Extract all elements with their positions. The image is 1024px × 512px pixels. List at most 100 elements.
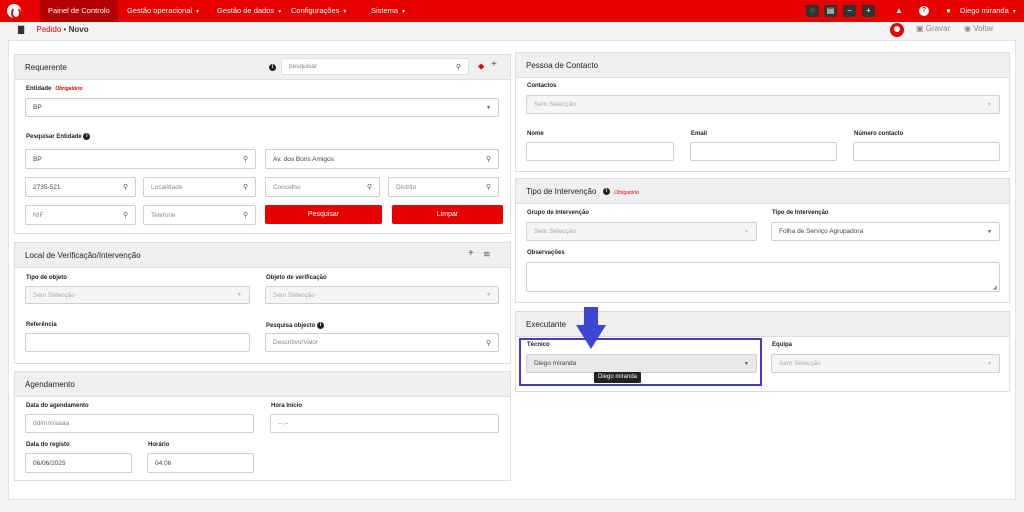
select-value: Sem Selecção [534, 228, 576, 235]
morada-input[interactable]: Av. dos Bons Amigos ⚲ [265, 149, 499, 169]
agendamento-panel: Agendamento Data do agendamento dd/mm/aa… [14, 371, 511, 481]
back-label: Voltar [973, 24, 994, 33]
panel-title: Local de Verificação/Intervenção [25, 251, 141, 260]
breadcrumb-separator: • [63, 25, 67, 34]
nav-gestao-de-dados[interactable]: Gestão de dados ▼ [217, 0, 282, 22]
panel-title: Executante [526, 320, 567, 329]
vodafone-logo-icon[interactable] [7, 4, 21, 19]
save-icon: ▣ [916, 24, 924, 33]
search-icon[interactable]: ⚲ [456, 63, 461, 71]
pesquisar-entidade-label: Pesquisar Entidade i [26, 133, 91, 141]
nav-label: Painel de Controlo [48, 6, 110, 15]
panel-header: Pessoa de Contacto [516, 53, 1009, 78]
info-icon: i [317, 322, 325, 329]
nome-input[interactable] [526, 142, 674, 161]
user-menu[interactable]: Diego miranda ▼ [960, 0, 1017, 22]
panel-title: Tipo de Intervenção i Obrigatório [526, 187, 639, 196]
panel-title: Requerente [25, 63, 67, 72]
search-icon[interactable]: ⚲ [243, 155, 248, 163]
search-icon[interactable]: ⚲ [367, 183, 372, 191]
telefone-input[interactable]: Telefone ⚲ [143, 205, 256, 225]
id-card-icon[interactable]: ▤ [824, 5, 837, 17]
caret-down-icon: ▼ [987, 101, 992, 108]
search-icon[interactable]: ⚲ [486, 183, 491, 191]
search-icon[interactable]: ⚲ [243, 183, 248, 191]
label-text: Pesquisar Entidade [26, 134, 82, 141]
observacoes-label: Observações [527, 250, 565, 256]
add-icon[interactable]: + [468, 248, 474, 259]
help-icon[interactable]: ? [919, 6, 929, 16]
caret-down-icon: ▼ [486, 104, 491, 111]
user-name: Diego miranda [960, 6, 1009, 15]
chat-icon[interactable]: ◌ [806, 5, 819, 17]
search-icon[interactable]: ⚲ [123, 183, 128, 191]
pessoa-contacto-panel: Pessoa de Contacto Contactos Sem Selecçã… [515, 52, 1010, 172]
select-value: BP [33, 104, 42, 111]
search-icon[interactable]: ⚲ [486, 155, 491, 163]
nav-sistema[interactable]: Sistema ▼ [371, 0, 406, 22]
data-agendamento-input[interactable]: dd/mm/aaaa [25, 414, 254, 433]
pesquisar-button[interactable]: Pesquisar [265, 205, 382, 224]
bell-icon[interactable]: ▲ [895, 6, 903, 15]
entidade-select[interactable]: BP ▼ [25, 98, 499, 117]
input-placeholder: Distrito [396, 183, 417, 191]
equipa-select[interactable]: Sem Selecção ▼ [771, 354, 1000, 373]
pesquisa-objecto-input[interactable]: Descritivo/Valor ⚲ [265, 333, 499, 352]
resize-handle-icon[interactable]: ◢ [992, 284, 997, 291]
input-placeholder: Descritivo/Valor [273, 339, 319, 346]
plus-icon[interactable]: + [862, 5, 875, 17]
location-pin-icon[interactable]: ⬥ [478, 61, 484, 72]
nome-label: Nome [527, 131, 544, 137]
select-value: Sem Selecção [779, 360, 821, 367]
email-input[interactable] [690, 142, 837, 161]
objeto-verificacao-select[interactable]: Sem Selecção ▼ [265, 286, 499, 304]
codigo-postal-input[interactable]: 2735-521 ⚲ [25, 177, 136, 197]
panel-header: Agendamento [15, 372, 510, 397]
search-icon[interactable]: ⚲ [243, 211, 248, 219]
concelho-input[interactable]: Concelho ⚲ [265, 177, 380, 197]
search-input[interactable]: pesquisar ⚲ [281, 58, 469, 75]
tipo-intervencao-label: Tipo de Intervenção [772, 210, 829, 216]
hora-inicio-input[interactable]: --:-- [270, 414, 499, 433]
observacoes-textarea[interactable]: ◢ [526, 262, 1000, 292]
nav-configuracoes[interactable]: Configurações ▼ [291, 0, 347, 22]
grupo-intervencao-select[interactable]: Sem Selecção ▼ [526, 222, 757, 241]
tipo-intervencao-select[interactable]: Folha de Serviço Agrupadora ▼ [771, 222, 1000, 241]
contactos-label: Contactos [527, 83, 557, 89]
numero-contacto-input[interactable] [853, 142, 1000, 161]
entidade-label: Entidade Obrigatório [26, 86, 83, 92]
input-placeholder: dd/mm/aaaa [33, 420, 70, 427]
search-icon[interactable]: ⚲ [123, 211, 128, 219]
avatar[interactable] [890, 23, 904, 37]
search-icon[interactable]: ⚲ [486, 339, 491, 347]
nav-gestao-operacional[interactable]: Gestão operacional ▼ [127, 0, 200, 22]
back-icon: ◉ [964, 24, 971, 33]
entidade-name-input[interactable]: BP ⚲ [25, 149, 256, 169]
back-button[interactable]: ◉ Voltar [964, 24, 994, 33]
select-value: Folha de Serviço Agrupadora [779, 228, 864, 235]
caret-down-icon: ▼ [987, 360, 992, 367]
required-badge: Obrigatório [55, 86, 83, 92]
data-registo-input[interactable]: 06/06/2025 [25, 453, 132, 473]
horario-label: Horário [148, 442, 170, 448]
layers-icon[interactable]: ≋ [483, 249, 491, 260]
minus-icon[interactable]: − [843, 5, 856, 17]
save-button[interactable]: ▣ Gravar [916, 24, 950, 33]
localidade-input[interactable]: Localidade ⚲ [143, 177, 256, 197]
distrito-input[interactable]: Distrito ⚲ [388, 177, 499, 197]
tipo-objeto-select[interactable]: Sem Selecção ▼ [25, 286, 250, 304]
input-value: 06/06/2025 [33, 459, 66, 467]
data-agendamento-label: Data do agendamento [26, 403, 89, 409]
contactos-select[interactable]: Sem Selecção ▼ [526, 95, 1000, 114]
pesquisa-objecto-label: Pesquisa objecto i [266, 322, 325, 329]
breadcrumb-current: Novo [68, 25, 89, 34]
limpar-button[interactable]: Limpar [392, 205, 503, 224]
horario-input[interactable]: 04:06 [147, 453, 254, 473]
breadcrumb-parent[interactable]: Pedido [36, 25, 61, 34]
add-icon[interactable]: + [491, 59, 497, 70]
nif-input[interactable]: NIF ⚲ [25, 205, 136, 225]
save-label: Gravar [925, 24, 951, 33]
label-text: Entidade [26, 86, 52, 92]
nav-painel-de-controlo[interactable]: Painel de Controlo [40, 0, 118, 22]
referencia-input[interactable] [25, 333, 250, 352]
